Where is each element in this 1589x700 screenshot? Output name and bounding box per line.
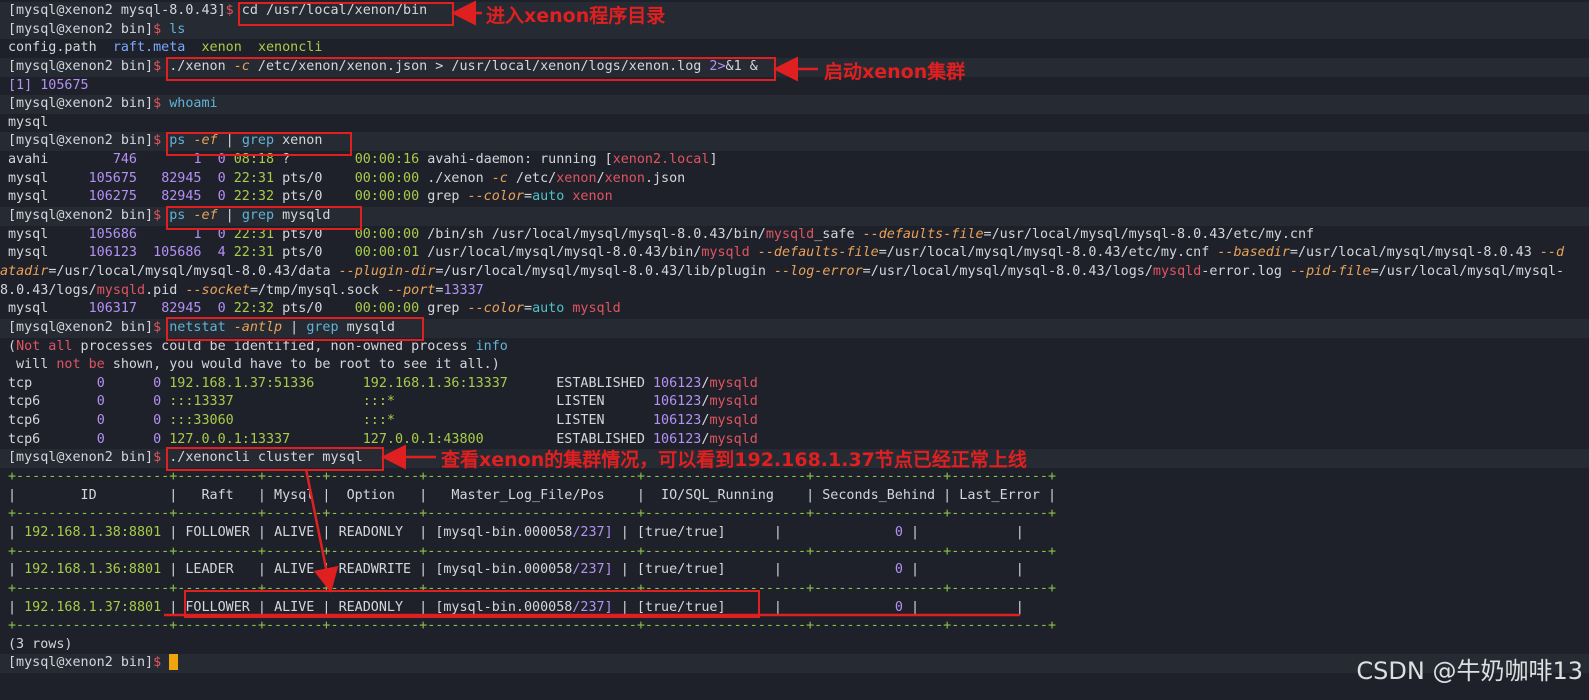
prompt-line: [mysql@xenon2 mysql-8.0.43]$ cd /usr/loc… bbox=[0, 2, 1589, 21]
ls-output: config.path raft.meta xenon xenoncli bbox=[8, 40, 323, 56]
rows-count: (3 rows) bbox=[8, 636, 73, 652]
ps-row: avahi 746 1 0 08:18 ? 00:00:16 avahi-dae… bbox=[8, 152, 718, 168]
ps-row-wrap: atadir=/usr/local/mysql/mysql-8.0.43/dat… bbox=[0, 263, 1565, 279]
ps-row-wrap: 8.0.43/logs/mysqld.pid --socket=/tmp/mys… bbox=[0, 282, 484, 298]
table-row: | 192.168.1.37:8801 | FOLLOWER | ALIVE |… bbox=[8, 599, 1024, 615]
prompt-line: [mysql@xenon2 bin]$ ps -ef | grep mysqld bbox=[0, 207, 1589, 226]
table-border: +-------------------+----------+-------+… bbox=[8, 506, 1057, 522]
netstat-row: tcp 0 0 192.168.1.37:51336 192.168.1.36:… bbox=[8, 375, 758, 391]
ps-row: mysql 105675 82945 0 22:31 pts/0 00:00:0… bbox=[8, 170, 686, 186]
netstat-row: tcp6 0 0 :::33060 :::* LISTEN 106123/mys… bbox=[8, 413, 758, 429]
annotation-start-cluster: 启动xenon集群 bbox=[824, 61, 966, 83]
ps-row: mysql 106275 82945 0 22:32 pts/0 00:00:0… bbox=[8, 189, 613, 205]
annotation-enter-dir: 进入xenon程序目录 bbox=[486, 5, 666, 27]
table-row: | 192.168.1.38:8801 | FOLLOWER | ALIVE |… bbox=[8, 524, 1024, 540]
table-border: +-------------------+----------+-------+… bbox=[8, 618, 1057, 634]
annotation-cluster-status: 查看xenon的集群情况，可以看到192.168.1.37节点已经正常上线 bbox=[441, 449, 1027, 471]
prompt-line[interactable]: [mysql@xenon2 bin]$ bbox=[0, 654, 1589, 674]
ps-row: mysql 105686 1 0 22:31 pts/0 00:00:00 /b… bbox=[8, 226, 1315, 242]
job-output: [1] 105675 bbox=[8, 77, 89, 93]
prompt-line: [mysql@xenon2 bin]$ ls bbox=[0, 20, 1589, 40]
ps-row: mysql 106317 82945 0 22:32 pts/0 00:00:0… bbox=[8, 301, 621, 317]
netstat-warning: (Not all processes could be identified, … bbox=[8, 338, 508, 354]
terminal-cursor bbox=[169, 654, 179, 671]
cmd-cd: cd /usr/local/xenon/bin bbox=[241, 3, 428, 18]
table-border: +-------------------+----------+-------+… bbox=[8, 580, 1057, 596]
prompt-line: [mysql@xenon2 bin]$ ps -ef | grep xenon bbox=[0, 132, 1589, 152]
whoami-output: mysql bbox=[8, 114, 49, 130]
prompt-line: [mysql@xenon2 bin]$ ./xenon -c /etc/xeno… bbox=[0, 57, 1589, 77]
netstat-warning: will not be shown, you would have to be … bbox=[8, 357, 500, 373]
watermark: CSDN @牛奶咖啡13 bbox=[1356, 657, 1583, 685]
table-header: | ID | Raft | Mysql | Option | Master_Lo… bbox=[8, 487, 1057, 503]
table-row: | 192.168.1.36:8801 | LEADER | ALIVE | R… bbox=[8, 562, 1024, 578]
netstat-row: tcp6 0 0 :::13337 :::* LISTEN 106123/mys… bbox=[8, 394, 758, 410]
terminal-output[interactable]: [mysql@xenon2 mysql-8.0.43]$ cd /usr/loc… bbox=[0, 2, 1589, 674]
ps-row: mysql 106123 105686 4 22:31 pts/0 00:00:… bbox=[8, 245, 1565, 261]
table-border: +-------------------+----------+-------+… bbox=[8, 543, 1057, 559]
prompt-line: [mysql@xenon2 bin]$ netstat -antlp | gre… bbox=[0, 318, 1589, 338]
prompt-line: [mysql@xenon2 bin]$ whoami bbox=[0, 95, 1589, 114]
